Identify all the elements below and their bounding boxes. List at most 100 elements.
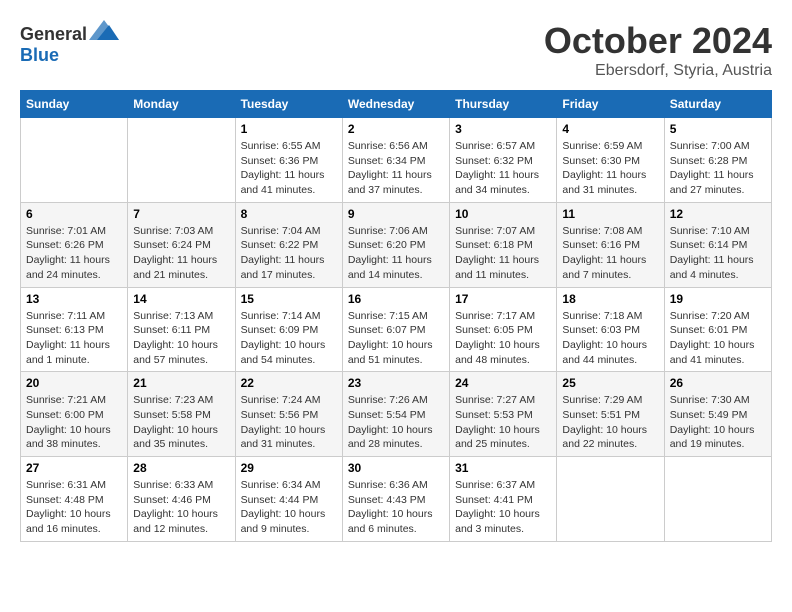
- calendar-cell: 21 Sunrise: 7:23 AMSunset: 5:58 PMDayligh…: [128, 372, 235, 457]
- weekday-header-friday: Friday: [557, 91, 664, 118]
- day-info: Sunrise: 7:24 AMSunset: 5:56 PMDaylight:…: [241, 393, 337, 452]
- day-number: 20: [26, 376, 122, 390]
- day-number: 14: [133, 292, 229, 306]
- calendar-cell: 6 Sunrise: 7:01 AMSunset: 6:26 PMDaylight…: [21, 202, 128, 287]
- calendar-week-row: 6 Sunrise: 7:01 AMSunset: 6:26 PMDaylight…: [21, 202, 772, 287]
- calendar-cell: 24 Sunrise: 7:27 AMSunset: 5:53 PMDayligh…: [450, 372, 557, 457]
- day-number: 19: [670, 292, 766, 306]
- day-number: 13: [26, 292, 122, 306]
- calendar-cell: 3Sunrise: 6:57 AMSunset: 6:32 PMDaylight…: [450, 118, 557, 203]
- day-number: 4: [562, 122, 658, 136]
- weekday-header-sunday: Sunday: [21, 91, 128, 118]
- calendar-cell: 5 Sunrise: 7:00 AMSunset: 6:28 PMDaylight…: [664, 118, 771, 203]
- day-info: Sunrise: 6:56 AMSunset: 6:34 PMDaylight:…: [348, 139, 444, 198]
- calendar-cell: 12 Sunrise: 7:10 AMSunset: 6:14 PMDayligh…: [664, 202, 771, 287]
- day-info: Sunrise: 7:06 AMSunset: 6:20 PMDaylight:…: [348, 224, 444, 283]
- day-number: 6: [26, 207, 122, 221]
- day-info: Sunrise: 7:17 AMSunset: 6:05 PMDaylight:…: [455, 309, 551, 368]
- calendar-cell: 15Sunrise: 7:14 AMSunset: 6:09 PMDayligh…: [235, 287, 342, 372]
- day-info: Sunrise: 6:57 AMSunset: 6:32 PMDaylight:…: [455, 139, 551, 198]
- day-info: Sunrise: 7:03 AMSunset: 6:24 PMDaylight:…: [133, 224, 229, 283]
- calendar-cell: 29Sunrise: 6:34 AMSunset: 4:44 PMDayligh…: [235, 457, 342, 542]
- day-number: 30: [348, 461, 444, 475]
- day-number: 9: [348, 207, 444, 221]
- calendar-cell: 4Sunrise: 6:59 AMSunset: 6:30 PMDaylight…: [557, 118, 664, 203]
- calendar-cell: 31 Sunrise: 6:37 AMSunset: 4:41 PMDayligh…: [450, 457, 557, 542]
- day-info: Sunrise: 7:01 AMSunset: 6:26 PMDaylight:…: [26, 224, 122, 283]
- day-number: 10: [455, 207, 551, 221]
- calendar-cell: 23Sunrise: 7:26 AMSunset: 5:54 PMDayligh…: [342, 372, 449, 457]
- weekday-header-row: SundayMondayTuesdayWednesdayThursdayFrid…: [21, 91, 772, 118]
- day-info: Sunrise: 7:04 AMSunset: 6:22 PMDaylight:…: [241, 224, 337, 283]
- calendar-cell: [664, 457, 771, 542]
- calendar-cell: 20 Sunrise: 7:21 AMSunset: 6:00 PMDayligh…: [21, 372, 128, 457]
- calendar-cell: [557, 457, 664, 542]
- calendar-table: SundayMondayTuesdayWednesdayThursdayFrid…: [20, 90, 772, 542]
- calendar-cell: 2Sunrise: 6:56 AMSunset: 6:34 PMDaylight…: [342, 118, 449, 203]
- month-title: October 2024: [544, 20, 772, 62]
- day-info: Sunrise: 7:15 AMSunset: 6:07 PMDaylight:…: [348, 309, 444, 368]
- day-number: 1: [241, 122, 337, 136]
- day-number: 12: [670, 207, 766, 221]
- day-info: Sunrise: 7:29 AMSunset: 5:51 PMDaylight:…: [562, 393, 658, 452]
- weekday-header-thursday: Thursday: [450, 91, 557, 118]
- day-info: Sunrise: 7:26 AMSunset: 5:54 PMDaylight:…: [348, 393, 444, 452]
- day-info: Sunrise: 6:36 AMSunset: 4:43 PMDaylight:…: [348, 478, 444, 537]
- day-info: Sunrise: 7:10 AMSunset: 6:14 PMDaylight:…: [670, 224, 766, 283]
- weekday-header-wednesday: Wednesday: [342, 91, 449, 118]
- weekday-header-tuesday: Tuesday: [235, 91, 342, 118]
- day-info: Sunrise: 7:00 AMSunset: 6:28 PMDaylight:…: [670, 139, 766, 198]
- day-info: Sunrise: 7:30 AMSunset: 5:49 PMDaylight:…: [670, 393, 766, 452]
- day-info: Sunrise: 7:14 AMSunset: 6:09 PMDaylight:…: [241, 309, 337, 368]
- day-number: 21: [133, 376, 229, 390]
- day-info: Sunrise: 7:20 AMSunset: 6:01 PMDaylight:…: [670, 309, 766, 368]
- day-number: 17: [455, 292, 551, 306]
- day-info: Sunrise: 7:27 AMSunset: 5:53 PMDaylight:…: [455, 393, 551, 452]
- logo: General Blue: [20, 20, 119, 66]
- calendar-cell: 26 Sunrise: 7:30 AMSunset: 5:49 PMDayligh…: [664, 372, 771, 457]
- calendar-cell: 30 Sunrise: 6:36 AMSunset: 4:43 PMDayligh…: [342, 457, 449, 542]
- day-info: Sunrise: 7:18 AMSunset: 6:03 PMDaylight:…: [562, 309, 658, 368]
- day-info: Sunrise: 6:37 AMSunset: 4:41 PMDaylight:…: [455, 478, 551, 537]
- calendar-cell: 14 Sunrise: 7:13 AMSunset: 6:11 PMDayligh…: [128, 287, 235, 372]
- weekday-header-saturday: Saturday: [664, 91, 771, 118]
- calendar-cell: 16Sunrise: 7:15 AMSunset: 6:07 PMDayligh…: [342, 287, 449, 372]
- day-info: Sunrise: 6:55 AMSunset: 6:36 PMDaylight:…: [241, 139, 337, 198]
- calendar-cell: 10 Sunrise: 7:07 AMSunset: 6:18 PMDayligh…: [450, 202, 557, 287]
- day-info: Sunrise: 7:21 AMSunset: 6:00 PMDaylight:…: [26, 393, 122, 452]
- day-info: Sunrise: 7:08 AMSunset: 6:16 PMDaylight:…: [562, 224, 658, 283]
- logo-text-general: General: [20, 24, 87, 44]
- day-number: 5: [670, 122, 766, 136]
- day-number: 26: [670, 376, 766, 390]
- day-number: 8: [241, 207, 337, 221]
- day-number: 27: [26, 461, 122, 475]
- day-info: Sunrise: 7:11 AMSunset: 6:13 PMDaylight:…: [26, 309, 122, 368]
- calendar-cell: 27Sunrise: 6:31 AMSunset: 4:48 PMDayligh…: [21, 457, 128, 542]
- calendar-week-row: 20 Sunrise: 7:21 AMSunset: 6:00 PMDayligh…: [21, 372, 772, 457]
- calendar-cell: 18Sunrise: 7:18 AMSunset: 6:03 PMDayligh…: [557, 287, 664, 372]
- day-info: Sunrise: 7:13 AMSunset: 6:11 PMDaylight:…: [133, 309, 229, 368]
- weekday-header-monday: Monday: [128, 91, 235, 118]
- calendar-cell: 8 Sunrise: 7:04 AMSunset: 6:22 PMDaylight…: [235, 202, 342, 287]
- logo-wordmark: General Blue: [20, 20, 119, 66]
- day-info: Sunrise: 7:23 AMSunset: 5:58 PMDaylight:…: [133, 393, 229, 452]
- day-number: 24: [455, 376, 551, 390]
- calendar-cell: 19 Sunrise: 7:20 AMSunset: 6:01 PMDayligh…: [664, 287, 771, 372]
- calendar-cell: 17 Sunrise: 7:17 AMSunset: 6:05 PMDayligh…: [450, 287, 557, 372]
- day-number: 31: [455, 461, 551, 475]
- day-info: Sunrise: 7:07 AMSunset: 6:18 PMDaylight:…: [455, 224, 551, 283]
- calendar-cell: 25Sunrise: 7:29 AMSunset: 5:51 PMDayligh…: [557, 372, 664, 457]
- calendar-cell: 1 Sunrise: 6:55 AMSunset: 6:36 PMDaylight…: [235, 118, 342, 203]
- page-header: General Blue October 2024 Ebersdorf, Sty…: [20, 20, 772, 80]
- day-number: 28: [133, 461, 229, 475]
- calendar-week-row: 1 Sunrise: 6:55 AMSunset: 6:36 PMDaylight…: [21, 118, 772, 203]
- calendar-cell: 7 Sunrise: 7:03 AMSunset: 6:24 PMDaylight…: [128, 202, 235, 287]
- location-title: Ebersdorf, Styria, Austria: [544, 62, 772, 80]
- day-number: 7: [133, 207, 229, 221]
- calendar-cell: 22Sunrise: 7:24 AMSunset: 5:56 PMDayligh…: [235, 372, 342, 457]
- title-area: October 2024 Ebersdorf, Styria, Austria: [544, 20, 772, 80]
- calendar-cell: 9 Sunrise: 7:06 AMSunset: 6:20 PMDaylight…: [342, 202, 449, 287]
- logo-icon: [89, 20, 119, 40]
- calendar-cell: [128, 118, 235, 203]
- calendar-cell: [21, 118, 128, 203]
